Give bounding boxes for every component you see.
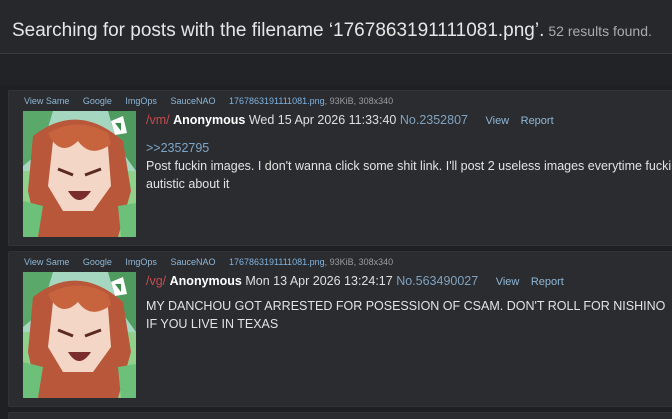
post-number-link[interactable]: No.563490027 (396, 274, 478, 288)
post-body: MY DANCHOU GOT ARRESTED FOR POSESSION OF… (146, 297, 666, 333)
post-meta: /vm/ Anonymous Wed 15 Apr 2026 11:33:40 … (146, 113, 554, 127)
post-thumbnail[interactable] (23, 272, 136, 398)
view-button[interactable]: View (496, 276, 520, 288)
post-meta: /vg/ Anonymous Mon 13 Apr 2026 13:24:17 … (146, 274, 564, 288)
post-file-toolbar: View Same Google ImgOps SauceNAO 1767863… (24, 96, 404, 106)
post: View Same Google ImgOps SauceNAO 1767863… (8, 251, 672, 407)
view-button[interactable]: View (485, 115, 509, 127)
board-link[interactable]: /vm/ (146, 113, 170, 127)
view-same-link[interactable]: View Same (24, 96, 69, 106)
file-name-link[interactable]: 1767863191111081.png (229, 96, 325, 106)
post-body: >>2352795 Post fuckin images. I don't wa… (146, 139, 672, 193)
google-link[interactable]: Google (83, 257, 112, 267)
header-strip (0, 55, 672, 85)
imgops-link[interactable]: ImgOps (125, 257, 157, 267)
post-partial (8, 412, 672, 419)
post-date: Mon 13 Apr 2026 13:24:17 (245, 274, 393, 288)
post-thumbnail[interactable] (23, 111, 136, 237)
post-number-link[interactable]: No.2352807 (400, 113, 468, 127)
file-name-link[interactable]: 1767863191111081.png (229, 257, 325, 267)
post-date: Wed 15 Apr 2026 11:33:40 (248, 113, 397, 127)
board-link[interactable]: /vg/ (146, 274, 166, 288)
post-file-toolbar: View Same Google ImgOps SauceNAO 1767863… (24, 257, 404, 267)
saucenao-link[interactable]: SauceNAO (170, 96, 215, 106)
file-meta: , 93KiB, 308x340 (324, 96, 394, 106)
search-header: Searching for posts with the filename ‘1… (0, 0, 672, 54)
quote-link[interactable]: >>2352795 (146, 139, 672, 157)
imgops-link[interactable]: ImgOps (125, 96, 157, 106)
post-text: Post fuckin images. I don't wanna click … (146, 159, 672, 191)
file-meta: , 93KiB, 308x340 (324, 257, 394, 267)
report-button[interactable]: Report (531, 276, 564, 288)
report-button[interactable]: Report (521, 115, 554, 127)
view-same-link[interactable]: View Same (24, 257, 69, 267)
google-link[interactable]: Google (83, 96, 112, 106)
saucenao-link[interactable]: SauceNAO (170, 257, 215, 267)
page-title: Searching for posts with the filename ‘1… (12, 20, 652, 41)
result-count: 52 results found. (548, 23, 652, 39)
post-text: MY DANCHOU GOT ARRESTED FOR POSESSION OF… (146, 299, 666, 331)
post: View Same Google ImgOps SauceNAO 1767863… (8, 90, 672, 246)
poster-name: Anonymous (173, 113, 246, 127)
poster-name: Anonymous (169, 274, 242, 288)
